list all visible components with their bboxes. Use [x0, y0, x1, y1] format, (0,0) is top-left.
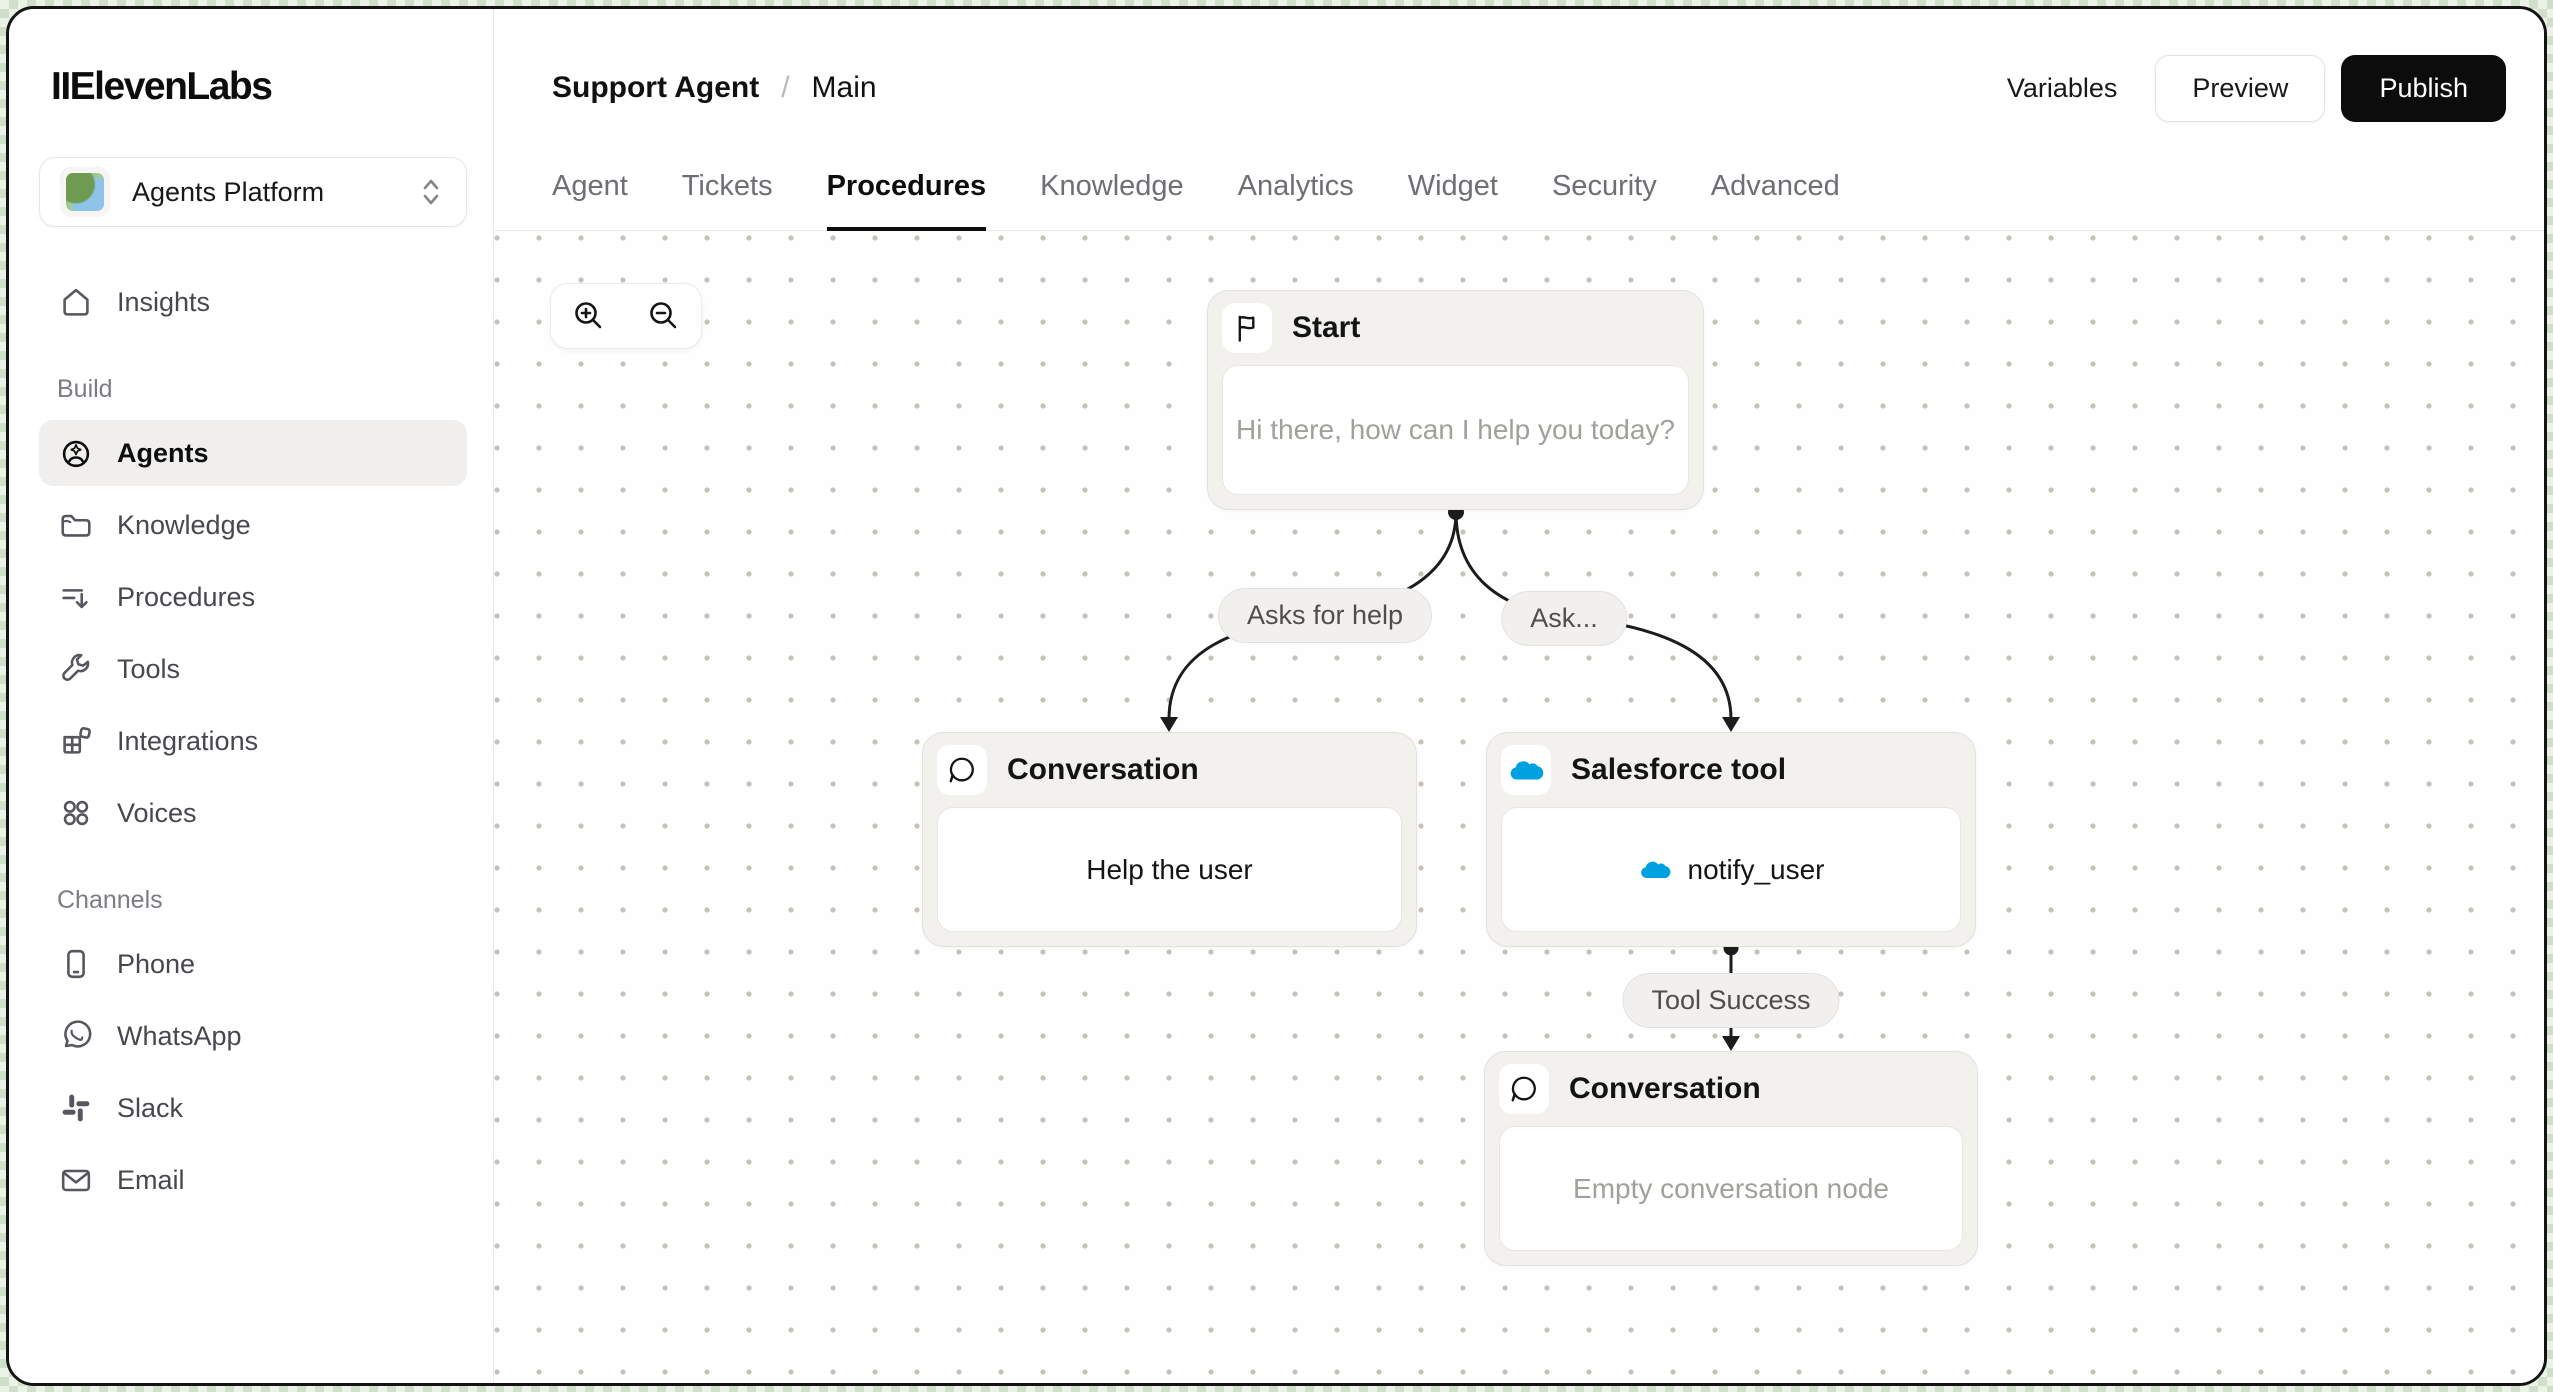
node-start[interactable]: Start Hi there, how can I help you today… [1207, 290, 1704, 510]
zoom-in-icon [574, 302, 601, 329]
list-arrow-icon [57, 578, 95, 616]
sidebar-section-build: Build [57, 375, 113, 403]
tool-name-text: notify_user [1687, 853, 1825, 885]
sidebar-item-label: Procedures [117, 581, 256, 612]
app-window: IIElevenLabs Agents Platform Insights Bu… [6, 6, 2547, 1386]
breadcrumb-separator: / [781, 71, 790, 104]
tab-widget[interactable]: Widget [1408, 170, 1498, 231]
sidebar-item-tools[interactable]: Tools [39, 636, 467, 702]
sidebar-item-procedures[interactable]: Procedures [39, 564, 467, 630]
folder-icon [57, 506, 95, 544]
node-salesforce-tool[interactable]: Salesforce tool notify_user [1486, 732, 1976, 947]
sidebar: IIElevenLabs Agents Platform Insights Bu… [9, 9, 494, 1383]
sidebar-item-integrations[interactable]: Integrations [39, 708, 467, 774]
workspace-switcher[interactable]: Agents Platform [39, 157, 467, 227]
tab-security[interactable]: Security [1552, 170, 1657, 231]
sidebar-section-channels: Channels [57, 886, 163, 914]
chat-bubble-icon [937, 745, 987, 795]
node-conversation-left-body[interactable]: Help the user [937, 807, 1402, 932]
chat-bubble-icon [1499, 1064, 1549, 1114]
salesforce-icon-small [1640, 861, 1670, 879]
node-conversation-left[interactable]: Conversation Help the user [922, 732, 1417, 947]
elevenlabs-logo: IIElevenLabs [51, 65, 273, 108]
sidebar-item-label: Integrations [117, 725, 259, 756]
sidebar-item-voices[interactable]: Voices [39, 780, 467, 846]
edge-label-ask-truncated[interactable]: Ask... [1501, 591, 1627, 646]
node-title: Start [1292, 311, 1361, 344]
phone-icon [57, 945, 95, 983]
sidebar-item-slack[interactable]: Slack [39, 1075, 467, 1141]
tab-procedures[interactable]: Procedures [826, 170, 987, 231]
home-icon [57, 283, 95, 321]
workspace-avatar [60, 167, 110, 217]
tab-bar: Agent Tickets Procedures Knowledge Analy… [552, 170, 1840, 231]
salesforce-icon [1501, 745, 1551, 795]
chevron-up-down-icon [423, 179, 439, 205]
node-content-text: Help the user [1086, 853, 1253, 885]
arrowhead-bottom [1722, 1036, 1740, 1051]
arrowhead-right [1722, 717, 1740, 732]
sidebar-item-label: Email [117, 1164, 185, 1195]
arrowhead-left [1160, 717, 1178, 732]
tab-analytics[interactable]: Analytics [1238, 170, 1354, 231]
sidebar-item-label: Voices [117, 797, 197, 828]
preview-button[interactable]: Preview [2155, 55, 2326, 122]
zoom-in-button[interactable] [566, 293, 612, 339]
sidebar-item-knowledge[interactable]: Knowledge [39, 492, 467, 558]
wrench-icon [57, 650, 95, 688]
workspace-name: Agents Platform [132, 176, 325, 207]
integrations-icon [57, 722, 95, 760]
sidebar-nav: Insights Build Agents Knowledge Procedur… [39, 269, 467, 1213]
zoom-out-icon [649, 302, 676, 329]
breadcrumb: Support Agent / Main [552, 71, 877, 105]
flag-icon [1222, 303, 1272, 353]
voices-icon [57, 794, 95, 832]
variables-button[interactable]: Variables [1981, 55, 2144, 122]
node-title: Salesforce tool [1571, 753, 1787, 786]
publish-button[interactable]: Publish [2341, 55, 2506, 122]
node-start-body[interactable]: Hi there, how can I help you today? [1222, 365, 1689, 495]
node-conversation-bottom-body[interactable]: Empty conversation node [1499, 1126, 1963, 1251]
flow-canvas[interactable]: Start Hi there, how can I help you today… [494, 231, 2544, 1383]
edge-label-asks-for-help[interactable]: Asks for help [1217, 588, 1433, 643]
sidebar-item-agents[interactable]: Agents [39, 420, 467, 486]
tab-knowledge[interactable]: Knowledge [1040, 170, 1184, 231]
whatsapp-icon [57, 1017, 95, 1055]
sidebar-item-whatsapp[interactable]: WhatsApp [39, 1003, 467, 1069]
zoom-toolbar [550, 283, 702, 349]
sidebar-item-phone[interactable]: Phone [39, 931, 467, 997]
tab-tickets[interactable]: Tickets [682, 170, 773, 231]
edge-label-tool-success[interactable]: Tool Success [1622, 973, 1840, 1028]
sidebar-item-email[interactable]: Email [39, 1147, 467, 1213]
sidebar-item-insights[interactable]: Insights [39, 269, 467, 335]
node-conversation-left-header: Conversation [923, 733, 1416, 805]
tab-advanced[interactable]: Advanced [1711, 170, 1840, 231]
sidebar-item-label: Phone [117, 948, 196, 979]
sidebar-item-label: Insights [117, 286, 211, 317]
zoom-out-button[interactable] [641, 293, 687, 339]
breadcrumb-agent-name[interactable]: Support Agent [552, 71, 759, 105]
tab-agent[interactable]: Agent [552, 170, 628, 231]
header-actions: Variables Preview Publish [1981, 55, 2506, 122]
node-salesforce-body[interactable]: notify_user [1501, 807, 1961, 932]
sidebar-item-label: Tools [117, 653, 181, 684]
sidebar-item-label: WhatsApp [117, 1020, 242, 1051]
sidebar-item-label: Knowledge [117, 509, 251, 540]
breadcrumb-page-name[interactable]: Main [812, 71, 877, 105]
slack-icon [57, 1089, 95, 1127]
node-start-header: Start [1208, 291, 1703, 363]
node-title: Conversation [1007, 753, 1199, 786]
sidebar-item-label: Agents [117, 437, 209, 468]
main-header: Support Agent / Main Variables Preview P… [494, 9, 2544, 231]
node-title: Conversation [1569, 1072, 1761, 1105]
agent-icon [57, 434, 95, 472]
sidebar-item-label: Slack [117, 1092, 184, 1123]
node-conversation-bottom[interactable]: Conversation Empty conversation node [1484, 1051, 1978, 1266]
envelope-icon [57, 1161, 95, 1199]
main-area: Support Agent / Main Variables Preview P… [494, 9, 2544, 1383]
node-conversation-bottom-header: Conversation [1485, 1052, 1977, 1124]
node-salesforce-header: Salesforce tool [1487, 733, 1975, 805]
